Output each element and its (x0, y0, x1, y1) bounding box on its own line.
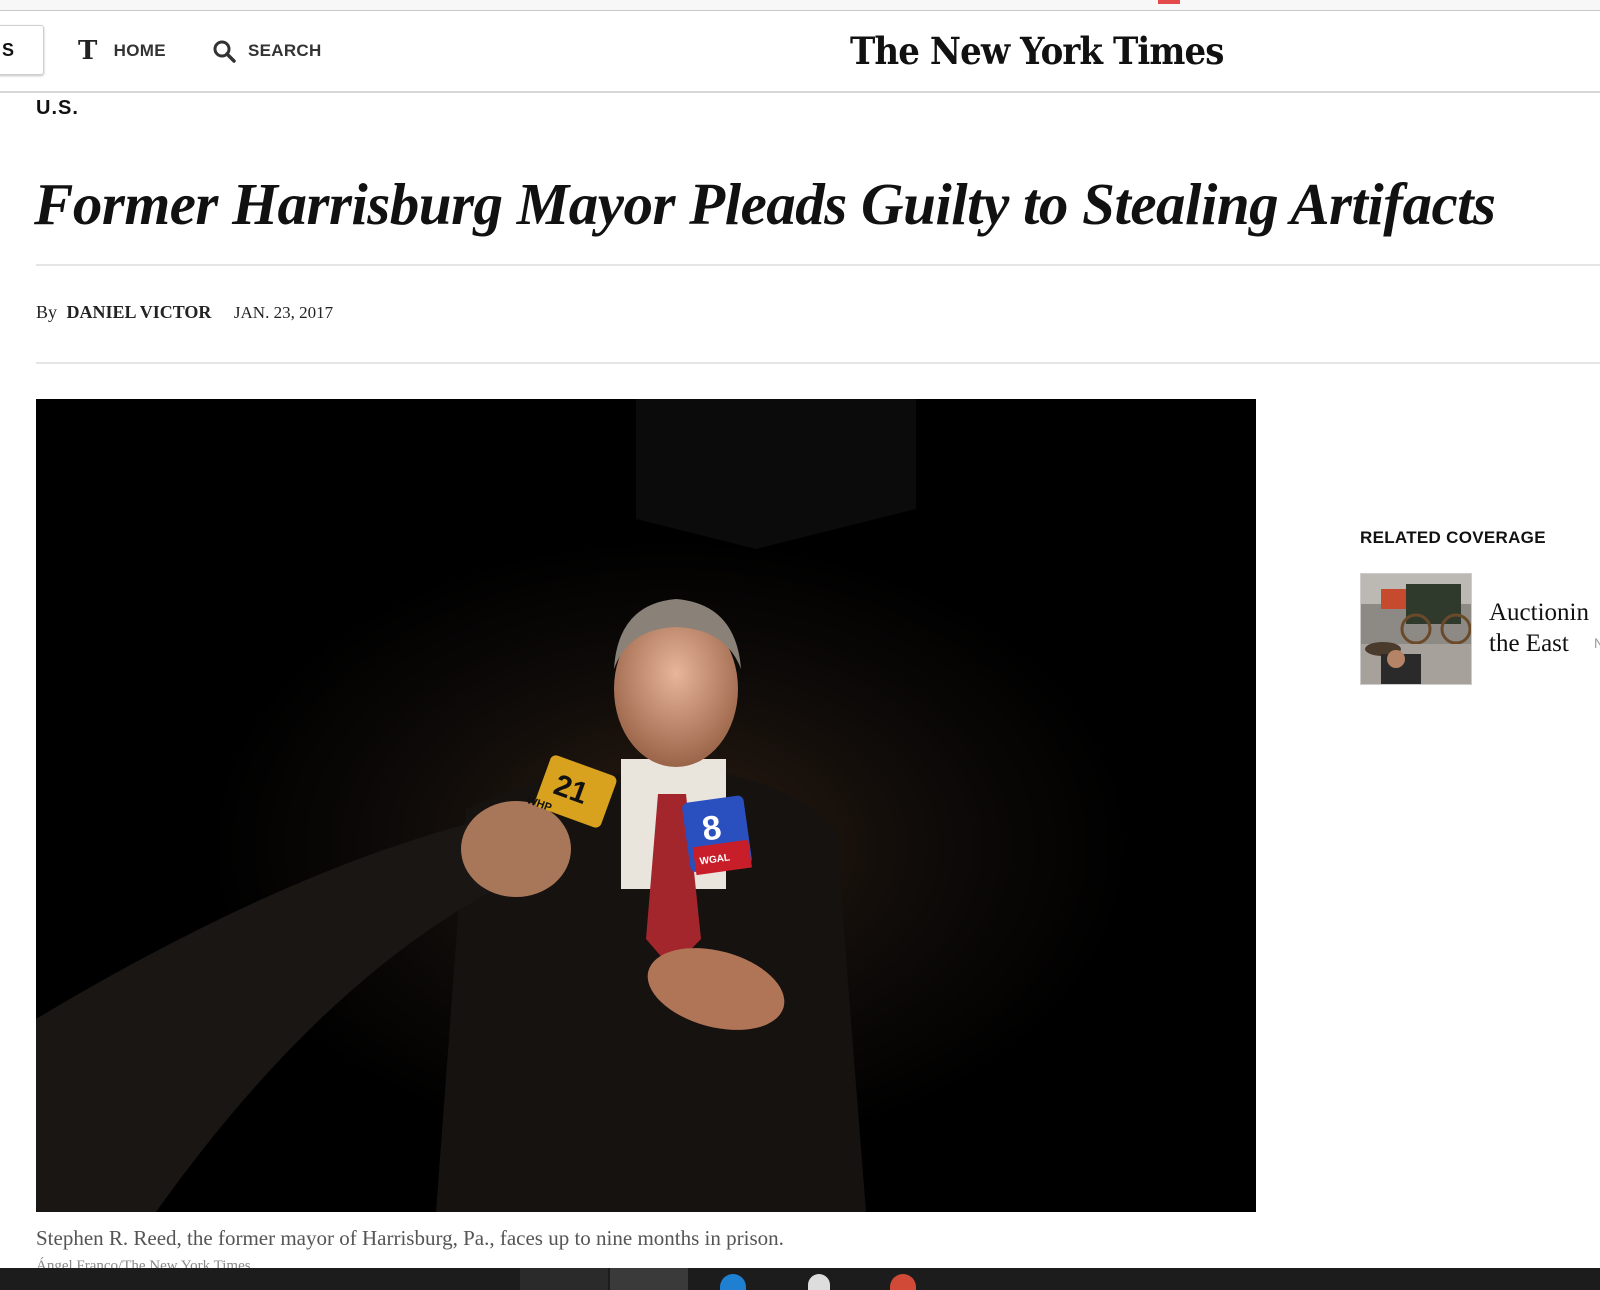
related-coverage-title: RELATED COVERAGE (1360, 528, 1546, 547)
related-headline-line1: Auctionin (1489, 599, 1589, 626)
related-tag: N (1594, 635, 1600, 651)
edge-browser-icon[interactable] (720, 1274, 746, 1290)
related-item[interactable]: Auctionin the East N (1360, 573, 1600, 685)
os-taskbar (0, 1268, 1600, 1290)
article-photo: 21 WHP 8 WGAL (36, 399, 1256, 1212)
byline: By DANIEL VICTOR JAN. 23, 2017 (36, 302, 333, 323)
photo-caption: Stephen R. Reed, the former mayor of Har… (36, 1226, 784, 1250)
app-icon[interactable] (808, 1274, 830, 1290)
related-headline[interactable]: Auctionin the East (1489, 597, 1589, 659)
section-label[interactable]: U.S. (36, 97, 79, 120)
related-headline-line2: the East (1489, 630, 1569, 657)
site-navbar: IS T HOME SEARCH The New York Times (0, 11, 1600, 93)
taskbar-app-button[interactable] (520, 1268, 608, 1290)
chrome-browser-icon[interactable] (890, 1274, 916, 1290)
search-button-label: SEARCH (248, 41, 322, 60)
photo-illustration: 21 WHP 8 WGAL (36, 399, 1256, 1212)
byline-prefix: By (36, 302, 58, 322)
sections-button-label: IS (0, 40, 15, 60)
browser-top-strip (0, 0, 1600, 11)
search-icon (213, 40, 236, 63)
author-link[interactable]: DANIEL VICTOR (67, 302, 212, 322)
home-link-label: HOME (113, 41, 166, 60)
search-button[interactable]: SEARCH (212, 37, 322, 65)
divider (36, 264, 1600, 266)
article-headline: Former Harrisburg Mayor Pleads Guilty to… (34, 171, 1496, 237)
tab-indicator (1158, 0, 1180, 4)
sections-button[interactable]: IS (0, 25, 44, 75)
related-thumbnail[interactable] (1360, 573, 1472, 685)
publish-date: JAN. 23, 2017 (233, 303, 334, 322)
nyt-t-logo-icon: T (78, 36, 98, 66)
home-link[interactable]: T HOME (78, 36, 166, 66)
divider (36, 362, 1600, 364)
masthead-logo[interactable]: The New York Times (850, 29, 1224, 73)
taskbar-app-button-active[interactable] (610, 1268, 688, 1290)
